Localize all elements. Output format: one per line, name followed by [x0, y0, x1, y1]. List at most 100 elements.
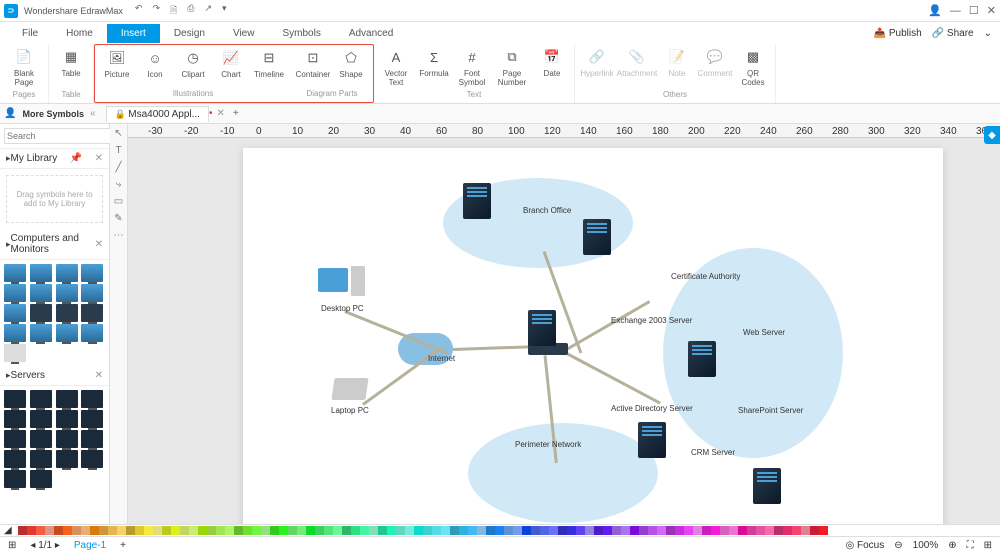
color-swatch[interactable]	[252, 526, 261, 535]
color-swatch[interactable]	[630, 526, 639, 535]
maximize-icon[interactable]: ☐	[969, 4, 979, 17]
color-swatch[interactable]	[756, 526, 765, 535]
color-swatch[interactable]	[558, 526, 567, 535]
symbol-server[interactable]	[4, 470, 26, 488]
icon-button[interactable]: ☺Icon	[139, 49, 171, 79]
color-swatch[interactable]	[369, 526, 378, 535]
color-swatch[interactable]	[414, 526, 423, 535]
cloud-perimeter[interactable]	[468, 423, 658, 523]
color-swatch[interactable]	[774, 526, 783, 535]
more-symbols-label[interactable]: More Symbols	[22, 109, 84, 119]
tab-file[interactable]: File	[8, 24, 52, 43]
note-button[interactable]: 📝Note	[661, 48, 693, 87]
tool-rect[interactable]: ▭	[114, 196, 123, 207]
symbol-server[interactable]	[81, 430, 103, 448]
color-swatch[interactable]	[153, 526, 162, 535]
color-swatch[interactable]	[243, 526, 252, 535]
symbol[interactable]	[4, 304, 26, 322]
clipart-button[interactable]: ◷Clipart	[177, 49, 209, 79]
symbol[interactable]	[4, 344, 26, 362]
color-swatch[interactable]	[180, 526, 189, 535]
section-servers[interactable]: ▸ Servers✕	[0, 366, 109, 386]
comment-button[interactable]: 💬Comment	[699, 48, 731, 87]
color-swatch[interactable]	[261, 526, 270, 535]
symbol[interactable]	[81, 304, 103, 322]
tower-node[interactable]	[351, 266, 365, 296]
color-swatch[interactable]	[63, 526, 72, 535]
collapse-ribbon-icon[interactable]: ⌄	[984, 28, 992, 39]
color-swatch[interactable]	[216, 526, 225, 535]
tool-line[interactable]: ╱	[115, 162, 121, 173]
symbol-laptop[interactable]	[56, 264, 78, 282]
color-swatch[interactable]	[270, 526, 279, 535]
page-number-button[interactable]: ⧉Page Number	[494, 48, 530, 87]
symbol-server[interactable]	[30, 430, 52, 448]
color-swatch[interactable]	[468, 526, 477, 535]
font-symbol-button[interactable]: #Font Symbol	[456, 48, 488, 87]
date-button[interactable]: 📅Date	[536, 48, 568, 87]
color-swatch[interactable]	[162, 526, 171, 535]
color-swatch[interactable]	[135, 526, 144, 535]
symbol[interactable]	[30, 304, 52, 322]
attachment-button[interactable]: 📎Attachment	[619, 48, 655, 87]
connector[interactable]	[562, 300, 650, 353]
picture-button[interactable]: 🖼Picture	[101, 49, 133, 79]
color-swatch[interactable]	[765, 526, 774, 535]
color-swatch[interactable]	[603, 526, 612, 535]
color-swatch[interactable]	[378, 526, 387, 535]
symbol-server[interactable]	[81, 410, 103, 428]
symbol[interactable]	[81, 324, 103, 342]
section-computers[interactable]: ▸ Computers and Monitors✕	[0, 229, 109, 260]
symbol[interactable]	[4, 284, 26, 302]
color-swatch[interactable]	[342, 526, 351, 535]
right-panel-toggle[interactable]: ◆	[984, 126, 1000, 144]
server-node[interactable]	[463, 183, 491, 219]
color-swatch[interactable]	[54, 526, 63, 535]
server-web[interactable]	[753, 468, 781, 504]
close-icon[interactable]: ✕	[987, 4, 996, 17]
color-swatch[interactable]	[45, 526, 54, 535]
server-node[interactable]	[528, 310, 556, 346]
server-node[interactable]	[583, 219, 611, 255]
timeline-button[interactable]: ⊟Timeline	[253, 49, 285, 79]
color-swatch[interactable]	[234, 526, 243, 535]
symbol-pc[interactable]	[4, 264, 26, 282]
redo-icon[interactable]: ↷	[152, 3, 160, 19]
color-swatch[interactable]	[531, 526, 540, 535]
server-exchange[interactable]	[638, 422, 666, 458]
color-swatch[interactable]	[189, 526, 198, 535]
symbol[interactable]	[81, 284, 103, 302]
focus-button[interactable]: ◎ Focus	[846, 540, 885, 551]
tab-view[interactable]: View	[219, 24, 269, 43]
view-icon[interactable]: ⊞	[8, 540, 16, 551]
symbol-server[interactable]	[56, 430, 78, 448]
symbol-server[interactable]	[4, 390, 26, 408]
table-button[interactable]: ▦Table	[55, 48, 87, 78]
tool-pen[interactable]: ✎	[114, 213, 122, 224]
formula-button[interactable]: ΣFormula	[418, 48, 450, 87]
shape-button[interactable]: ⬠Shape	[335, 49, 367, 79]
save-icon[interactable]: 🗎	[170, 3, 177, 19]
zoom-out-icon[interactable]: ⊖	[894, 540, 902, 551]
symbol-server[interactable]	[30, 450, 52, 468]
tool-text[interactable]: T	[115, 145, 121, 156]
color-swatch[interactable]	[36, 526, 45, 535]
page[interactable]: Branch Office Desktop PC Laptop PC Inter…	[243, 148, 943, 524]
color-swatch[interactable]	[72, 526, 81, 535]
color-swatch[interactable]	[432, 526, 441, 535]
color-swatch[interactable]	[540, 526, 549, 535]
section-my-library[interactable]: ▸ My Library📌✕	[0, 149, 109, 169]
share-button[interactable]: 🔗 Share	[932, 28, 974, 39]
symbol-server[interactable]	[56, 410, 78, 428]
symbol[interactable]	[56, 304, 78, 322]
color-swatch[interactable]	[360, 526, 369, 535]
color-swatch[interactable]	[720, 526, 729, 535]
tool-connector[interactable]: ⤷	[116, 179, 122, 190]
color-swatch[interactable]	[450, 526, 459, 535]
server-cert[interactable]	[688, 341, 716, 377]
tab-design[interactable]: Design	[160, 24, 219, 43]
color-swatch[interactable]	[315, 526, 324, 535]
color-swatch[interactable]	[801, 526, 810, 535]
undo-icon[interactable]: ↶	[135, 3, 143, 19]
blank-page-button[interactable]: 📄Blank Page	[6, 48, 42, 87]
